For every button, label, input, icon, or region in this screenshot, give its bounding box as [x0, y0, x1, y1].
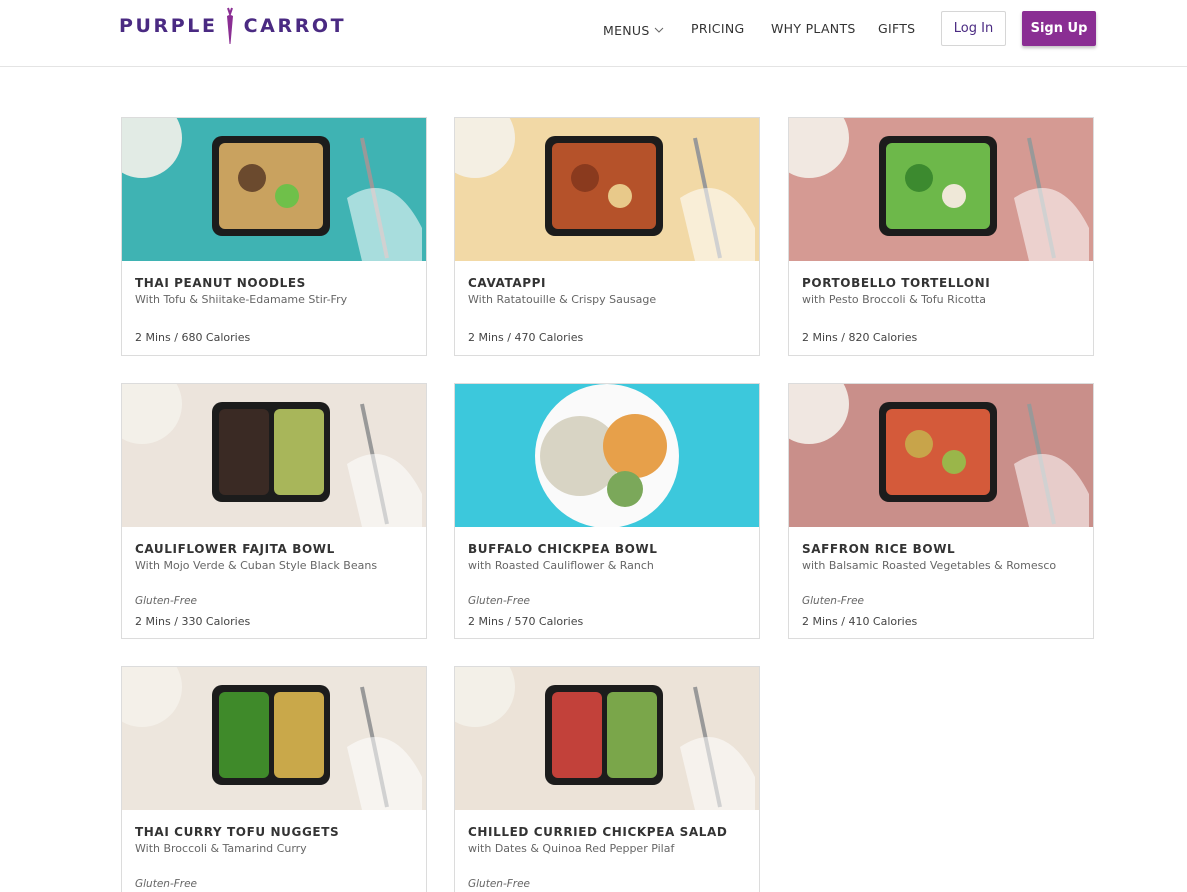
meal-subtitle: with Roasted Cauliflower & Ranch [468, 559, 654, 572]
gluten-free-tag: Gluten-Free [135, 878, 198, 890]
meal-photo [789, 118, 1093, 261]
meal-card[interactable]: BUFFALO CHICKPEA BOWL with Roasted Caulif… [454, 383, 760, 639]
meal-card[interactable]: CAULIFLOWER FAJITA BOWL With Mojo Verde &… [121, 383, 427, 639]
meal-time-calories: 2 Mins / 410 Calories [802, 615, 918, 628]
meal-subtitle: With Mojo Verde & Cuban Style Black Bean… [135, 559, 378, 572]
meal-time-calories: 2 Mins / 330 Calories [135, 615, 251, 628]
meal-title: CAULIFLOWER FAJITA BOWL [135, 542, 335, 556]
gluten-free-tag: Gluten-Free [135, 595, 198, 607]
meal-title: SAFFRON RICE BOWL [802, 542, 956, 556]
nav-menus-label: MENUS [603, 23, 650, 38]
chevron-down-icon [654, 21, 664, 36]
login-button[interactable]: Log In [941, 11, 1006, 46]
logo-text-right: CARROT [243, 15, 347, 37]
meal-photo [789, 384, 1093, 527]
purple-carrot-logo[interactable]: PURPLE CARROT [119, 6, 346, 46]
meal-time-calories: 2 Mins / 680 Calories [135, 331, 251, 344]
meal-title: PORTOBELLO TORTELLONI [802, 276, 991, 290]
meal-subtitle: With Ratatouille & Crispy Sausage [468, 293, 657, 306]
meal-photo [122, 118, 426, 261]
meal-title: THAI PEANUT NOODLES [135, 276, 306, 290]
meal-subtitle: with Dates & Quinoa Red Pepper Pilaf [468, 842, 675, 855]
site-header: PURPLE CARROT MENUS PRICING WHY PLANTS G… [0, 0, 1187, 67]
meal-card[interactable]: SAFFRON RICE BOWL with Balsamic Roasted V… [788, 383, 1094, 639]
carrot-icon [223, 6, 237, 46]
meal-title: CAVATAPPI [468, 276, 547, 290]
meal-card[interactable]: THAI PEANUT NOODLES With Tofu & Shiitake-… [121, 117, 427, 356]
meal-photo [122, 384, 426, 527]
meal-subtitle: with Balsamic Roasted Vegetables & Romes… [802, 559, 1057, 572]
gluten-free-tag: Gluten-Free [468, 595, 531, 607]
meal-title: BUFFALO CHICKPEA BOWL [468, 542, 658, 556]
gluten-free-tag: Gluten-Free [802, 595, 865, 607]
nav-gifts[interactable]: GIFTS [878, 21, 915, 36]
meal-photo [455, 384, 759, 527]
meal-time-calories: 2 Mins / 570 Calories [468, 615, 584, 628]
nav-menus[interactable]: MENUS [603, 21, 664, 38]
meal-photo [455, 118, 759, 261]
meal-title: THAI CURRY TOFU NUGGETS [135, 825, 340, 839]
meal-subtitle: with Pesto Broccoli & Tofu Ricotta [802, 293, 986, 306]
signup-button[interactable]: Sign Up [1022, 11, 1096, 46]
meal-subtitle: With Tofu & Shiitake-Edamame Stir-Fry [135, 293, 348, 306]
meal-card[interactable]: PORTOBELLO TORTELLONI with Pesto Broccoli… [788, 117, 1094, 356]
nav-pricing[interactable]: PRICING [691, 21, 744, 36]
meal-title: CHILLED CURRIED CHICKPEA SALAD [468, 825, 728, 839]
meal-time-calories: 2 Mins / 470 Calories [468, 331, 584, 344]
gluten-free-tag: Gluten-Free [468, 878, 531, 890]
nav-why-plants[interactable]: WHY PLANTS [771, 21, 856, 36]
meal-photo [455, 667, 759, 810]
meal-time-calories: 2 Mins / 820 Calories [802, 331, 918, 344]
meal-card[interactable]: CHILLED CURRIED CHICKPEA SALAD with Dates… [454, 666, 760, 892]
meal-card[interactable]: CAVATAPPI With Ratatouille & Crispy Sausa… [454, 117, 760, 356]
meal-photo [122, 667, 426, 810]
meal-subtitle: With Broccoli & Tamarind Curry [135, 842, 307, 855]
logo-text-left: PURPLE [119, 15, 218, 37]
meal-card[interactable]: THAI CURRY TOFU NUGGETS With Broccoli & T… [121, 666, 427, 892]
